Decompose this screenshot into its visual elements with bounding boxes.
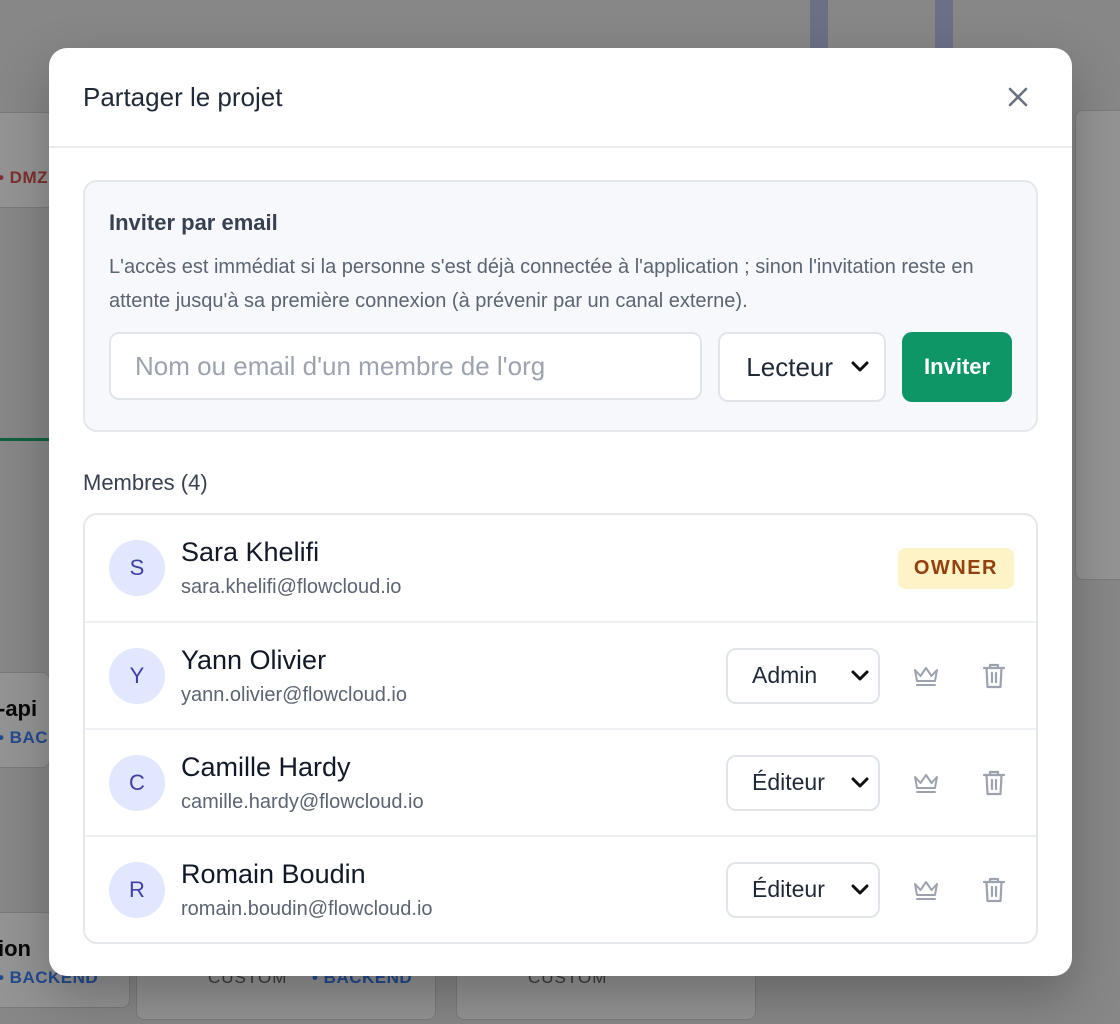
member-role-select[interactable]: Admin [726,647,880,704]
invite-title: Inviter par email [109,210,278,235]
invite-description: L'accès est immédiat si la personne s'es… [109,256,974,312]
invite-button[interactable]: Inviter [902,332,1012,402]
member-row: R Romain Boudin romain.boudin@flowcloud.… [85,835,1036,942]
member-name: Yann Olivier [181,644,327,675]
avatar: C [109,754,165,811]
share-project-modal: Partager le projet Inviter par email L'a… [49,48,1072,976]
members-title: Membres (4) [83,470,208,495]
member-info: Romain Boudin romain.boudin@flowcloud.io [181,859,726,921]
avatar: Y [109,647,165,704]
invite-section: Inviter par email L'accès est immédiat s… [83,180,1038,432]
close-button[interactable] [998,77,1038,117]
remove-member-button[interactable] [974,656,1014,696]
invite-role-select[interactable]: Lecteur [718,332,887,402]
close-icon [1008,87,1028,107]
remove-member-button[interactable] [974,763,1014,803]
crown-icon [914,666,938,686]
member-email: sara.khelifi@flowcloud.io [181,576,402,598]
crown-icon [914,880,938,900]
member-info: Camille Hardy camille.hardy@flowcloud.io [181,752,726,814]
transfer-ownership-button[interactable] [906,656,946,696]
chevron-down-icon [851,777,869,787]
member-name: Camille Hardy [181,751,351,782]
member-role-select[interactable]: Éditeur [726,754,880,811]
member-name: Sara Khelifi [181,537,320,567]
chevron-down-icon [851,670,869,680]
member-name: Romain Boudin [181,858,366,889]
member-email: camille.hardy@flowcloud.io [181,790,424,813]
member-role-select[interactable]: Éditeur [726,861,880,918]
chevron-down-icon [851,884,869,894]
avatar: R [109,861,165,918]
crown-icon [914,773,938,793]
transfer-ownership-button[interactable] [906,763,946,803]
member-info: Yann Olivier yann.olivier@flowcloud.io [181,645,726,707]
trash-icon [982,877,1006,902]
modal-body: Inviter par email L'accès est immédiat s… [49,148,1072,944]
members-list: S Sara Khelifi sara.khelifi@flowcloud.io… [83,513,1038,944]
trash-icon [982,770,1006,795]
member-email: yann.olivier@flowcloud.io [181,683,407,706]
member-role-value: Éditeur [752,769,825,795]
member-row: C Camille Hardy camille.hardy@flowcloud.… [85,728,1036,835]
invite-form: Lecteur Inviter [109,332,1012,402]
invite-email-input[interactable] [109,332,703,400]
member-email: romain.boudin@flowcloud.io [181,897,433,920]
member-row: S Sara Khelifi sara.khelifi@flowcloud.io… [85,515,1036,621]
chevron-down-icon [851,361,869,372]
member-role-value: Éditeur [752,876,825,902]
transfer-ownership-button[interactable] [906,870,946,910]
member-role-value: Admin [752,662,818,688]
owner-badge: OWNER [897,547,1014,589]
trash-icon [982,663,1006,688]
member-row: Y Yann Olivier yann.olivier@flowcloud.io… [85,621,1036,728]
avatar: S [109,540,165,596]
remove-member-button[interactable] [974,870,1014,910]
member-info: Sara Khelifi sara.khelifi@flowcloud.io [181,537,898,599]
modal-header: Partager le projet [49,48,1072,148]
modal-title: Partager le projet [83,81,283,112]
invite-role-value: Lecteur [746,351,834,382]
